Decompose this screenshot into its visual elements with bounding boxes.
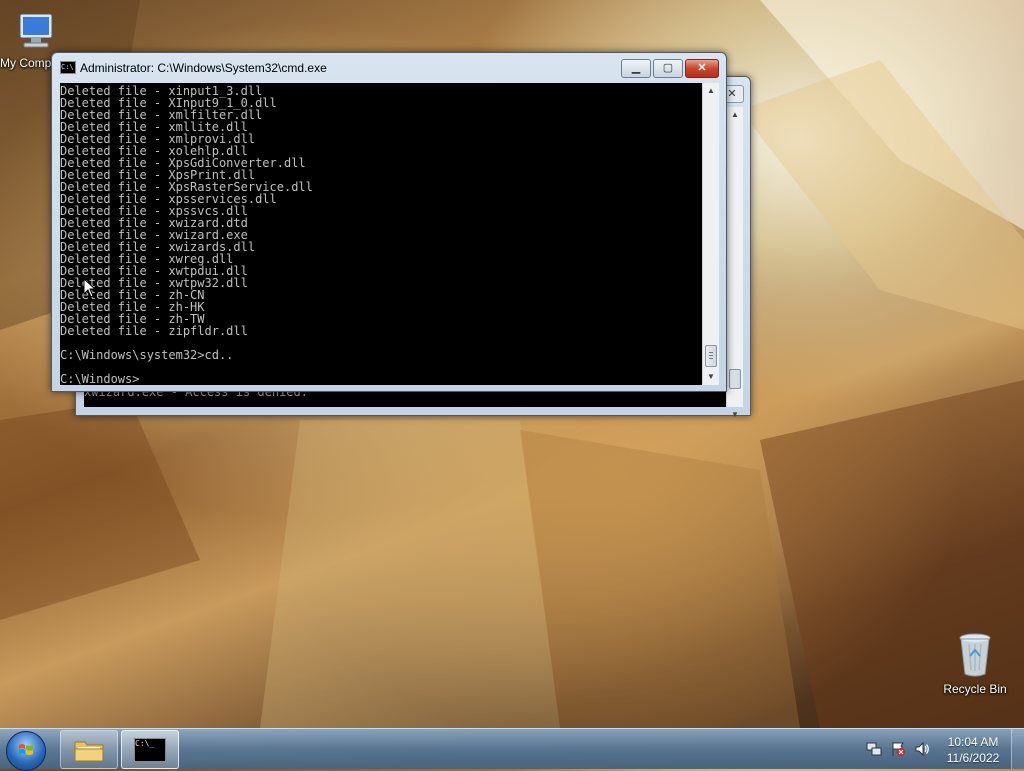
cmd-icon: C:\_ [134,738,166,762]
computer-icon [14,10,58,54]
console-line: C:\Windows\system32>cd.. [60,348,234,362]
console-line: Deleted file - zipfldr.dll [60,324,248,338]
desktop-icon-label: Recycle Bin [943,682,1007,696]
scroll-down-icon[interactable]: ▼ [703,369,719,385]
desktop-icon-recycle-bin[interactable]: Recycle Bin [937,630,1013,696]
console-output[interactable]: Deleted file - xinput1_3.dll Deleted file… [60,83,702,385]
background-console-scrollbar[interactable]: ▲ ▼ [726,107,743,419]
minimize-icon[interactable]: ▁ [621,59,651,78]
taskbar-explorer-button[interactable] [60,730,118,769]
window-title: Administrator: C:\Windows\System32\cmd.e… [80,61,327,75]
taskbar-clock[interactable]: 10:04 AM 11/6/2022 [934,734,1012,766]
close-icon[interactable]: ✕ [685,59,719,78]
cmd-window[interactable]: C:\ Administrator: C:\Windows\System32\c… [51,52,727,392]
scroll-up-icon[interactable]: ▲ [727,107,743,123]
console-scrollbar[interactable]: ▲ ▼ [702,83,719,385]
title-bar[interactable]: C:\ Administrator: C:\Windows\System32\c… [52,53,726,81]
clock-time: 10:04 AM [947,735,999,749]
recycle-bin-icon [955,630,995,680]
start-orb-icon[interactable] [6,731,46,771]
cmd-icon: C:\ [60,61,76,74]
scrollbar-thumb[interactable] [705,345,717,367]
folder-icon [73,737,105,768]
taskbar-cmd-button[interactable]: C:\_ [121,730,179,769]
scroll-up-icon[interactable]: ▲ [703,83,719,99]
console-line: C:\Windows> [60,372,140,385]
clock-date: 11/6/2022 [946,751,1000,765]
show-desktop-button[interactable] [1011,729,1024,769]
maximize-icon[interactable]: ▢ [653,59,683,78]
mouse-cursor-icon [83,277,97,298]
volume-icon[interactable] [914,741,930,757]
taskbar: C:\_ 10:04 AM 11/6/2022 [0,728,1024,771]
action-center-icon[interactable] [890,741,906,757]
scroll-down-icon[interactable]: ▼ [727,407,743,423]
network-icon[interactable] [866,741,882,757]
scrollbar-thumb[interactable] [729,369,741,389]
